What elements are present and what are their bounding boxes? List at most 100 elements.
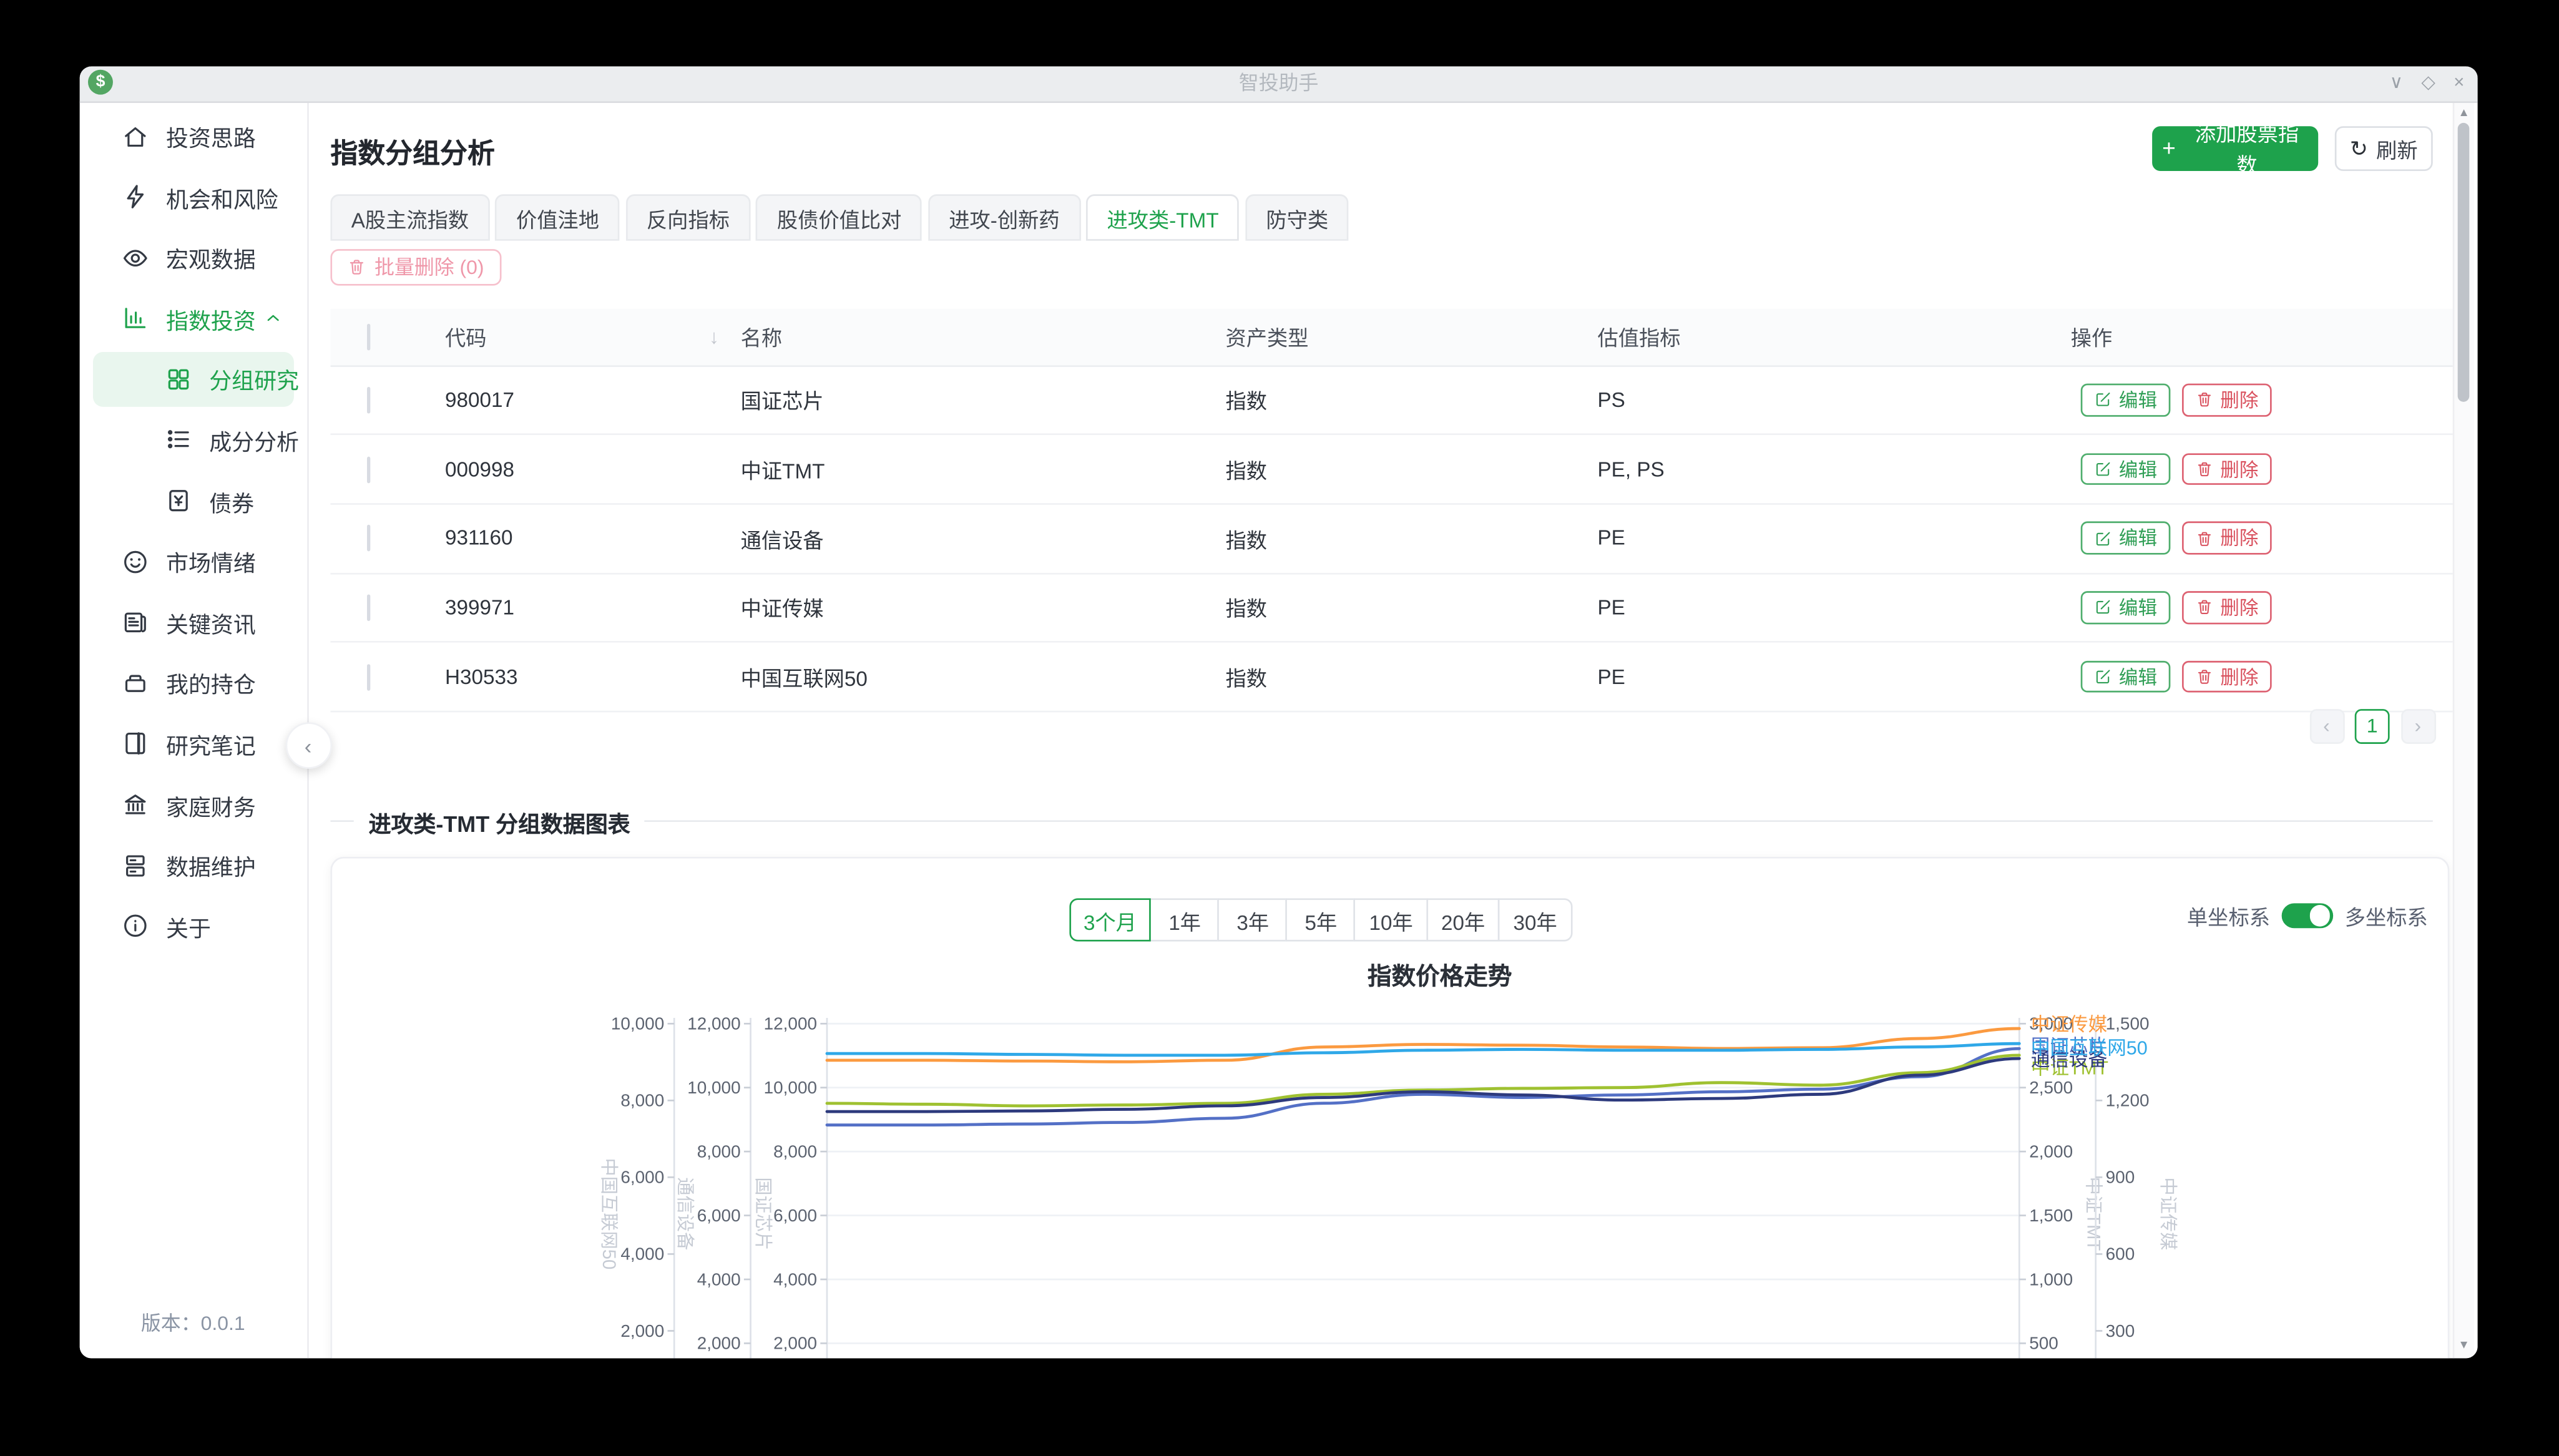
sidebar-item-9[interactable]: 数据维护: [93, 838, 293, 893]
time-range-button-4[interactable]: 10年: [1354, 898, 1428, 941]
sidebar-item-5[interactable]: 关键资讯: [93, 595, 293, 650]
time-range-button-2[interactable]: 3年: [1218, 898, 1288, 941]
asset-type-cell: 指数: [1226, 661, 1598, 693]
tick-label: 1,000: [2029, 1269, 2073, 1288]
minimize-icon[interactable]: ∨: [2390, 74, 2403, 92]
sidebar-collapse-button[interactable]: ‹: [285, 722, 331, 768]
trash-icon: [347, 257, 366, 276]
axis-name-internet50: 中国互联网50: [599, 1157, 619, 1269]
sidebar-subitem-label: 成分分析: [209, 423, 299, 456]
tab-5[interactable]: 进攻类-TMT: [1086, 194, 1240, 240]
group-tabs: A股主流指数价值洼地反向指标股债价值比对进攻-创新药进攻类-TMT防守类: [330, 194, 1349, 240]
time-range-button-6[interactable]: 30年: [1499, 898, 1572, 941]
time-range-button-3[interactable]: 5年: [1286, 898, 1356, 941]
next-page-button[interactable]: ›: [2400, 708, 2435, 743]
tab-1[interactable]: 价值洼地: [496, 194, 620, 240]
delete-button[interactable]: 删除: [2182, 453, 2272, 486]
tab-3[interactable]: 股债价值比对: [756, 194, 922, 240]
edit-button[interactable]: 编辑: [2081, 592, 2171, 624]
tick-label: 6,000: [773, 1205, 817, 1224]
sidebar-subitem-3-0[interactable]: 分组研究: [93, 352, 293, 407]
name-cell: 通信设备: [741, 522, 1226, 554]
scrollbar-thumb[interactable]: [2458, 122, 2470, 401]
sidebar-item-4[interactable]: 市场情绪: [93, 534, 293, 589]
edit-button[interactable]: 编辑: [2081, 384, 2171, 416]
sidebar-item-label: 数据维护: [166, 849, 256, 882]
delete-button[interactable]: 删除: [2182, 592, 2272, 624]
sidebar-item-0[interactable]: 投资思路: [93, 109, 293, 164]
single-axis-label: 单坐标系: [2187, 900, 2270, 932]
series-end-label: 中国互联网50: [2031, 1037, 2148, 1058]
time-range-button-1[interactable]: 1年: [1150, 898, 1220, 941]
tick-label: 8,000: [620, 1090, 664, 1109]
tick-label: 2,000: [773, 1332, 817, 1352]
refresh-button[interactable]: ↻ 刷新: [2335, 126, 2433, 170]
tick-label: 300: [2106, 1320, 2135, 1339]
edit-button[interactable]: 编辑: [2081, 453, 2171, 486]
window-title: 智投助手: [80, 66, 2478, 100]
sidebar-item-1[interactable]: 机会和风险: [93, 170, 293, 225]
row-checkbox[interactable]: [367, 387, 370, 414]
current-page-button[interactable]: 1: [2355, 708, 2390, 743]
sidebar-item-2[interactable]: 宏观数据: [93, 230, 293, 285]
tab-4[interactable]: 进攻-创新药: [928, 194, 1080, 240]
close-icon[interactable]: ×: [2454, 74, 2464, 92]
row-checkbox[interactable]: [367, 525, 370, 552]
name-cell: 中国互联网50: [741, 661, 1226, 693]
sidebar-item-10[interactable]: 关于: [93, 899, 293, 954]
row-checkbox[interactable]: [367, 594, 370, 621]
sidebar-item-7[interactable]: 研究笔记: [93, 716, 293, 771]
row-checkbox[interactable]: [367, 663, 370, 690]
scroll-up-icon[interactable]: ▲: [2454, 107, 2473, 119]
edit-button[interactable]: 编辑: [2081, 661, 2171, 693]
edit-button[interactable]: 编辑: [2081, 522, 2171, 555]
asset-type-cell: 指数: [1226, 522, 1598, 554]
screen: $ 智投助手 ∨ ◇ × 投资思路机会和风险宏观数据指数投资分组研究成分分析债券…: [0, 0, 2559, 1456]
tab-2[interactable]: 反向指标: [626, 194, 751, 240]
table-row: 000998中证TMT指数PE, PS编辑删除: [330, 436, 2452, 505]
sidebar-subitem-label: 分组研究: [209, 363, 299, 396]
tab-6[interactable]: 防守类: [1245, 194, 1349, 240]
table-row: 931160通信设备指数PE编辑删除: [330, 504, 2452, 574]
add-index-button[interactable]: + 添加股票指数: [2152, 126, 2318, 170]
table-header: 代码↓名称资产类型估值指标操作: [330, 308, 2452, 366]
time-range-button-5[interactable]: 20年: [1426, 898, 1500, 941]
delete-button[interactable]: 删除: [2182, 384, 2272, 416]
bolt-icon: [121, 183, 149, 211]
sidebar-subitem-3-2[interactable]: 债券: [93, 473, 293, 528]
axis-name-media: 中证传媒: [2158, 1176, 2178, 1249]
sidebar-item-label: 市场情绪: [166, 545, 256, 578]
trash-icon: [2195, 529, 2213, 547]
series-line-中证TMT: [827, 1055, 2019, 1105]
scroll-down-icon[interactable]: ▼: [2454, 1340, 2473, 1352]
sidebar-item-8[interactable]: 家庭财务: [93, 777, 293, 832]
tick-label: 2,500: [2029, 1077, 2073, 1097]
delete-button[interactable]: 删除: [2182, 522, 2272, 555]
tick-label: 4,000: [620, 1243, 664, 1263]
trash-icon: [2195, 599, 2213, 617]
sidebar-item-label: 我的持仓: [166, 667, 256, 700]
scrollbar[interactable]: ▲ ▼: [2453, 100, 2473, 1358]
sort-desc-icon[interactable]: ↓: [709, 325, 719, 348]
batch-delete-button[interactable]: 批量删除 (0): [330, 248, 501, 285]
maximize-icon[interactable]: ◇: [2421, 74, 2435, 92]
asset-type-cell: 指数: [1226, 384, 1598, 416]
sidebar-subitem-3-1[interactable]: 成分分析: [93, 413, 293, 467]
chart-icon: [121, 305, 149, 333]
app-window: $ 智投助手 ∨ ◇ × 投资思路机会和风险宏观数据指数投资分组研究成分分析债券…: [80, 66, 2478, 1358]
axis-mode-toggle[interactable]: [2282, 903, 2333, 929]
main-content: 指数分组分析 + 添加股票指数 ↻ 刷新 A股主流指数价值洼地反向指标股债价值比…: [306, 100, 2454, 1358]
tick-label: 10,000: [611, 1013, 664, 1032]
asset-type-cell: 指数: [1226, 453, 1598, 485]
time-range-button-0[interactable]: 3个月: [1069, 898, 1152, 941]
row-checkbox[interactable]: [367, 456, 370, 482]
sidebar-item-6[interactable]: 我的持仓: [93, 656, 293, 711]
col-name: 名称: [741, 320, 1226, 352]
info-icon: [121, 912, 149, 940]
tab-0[interactable]: A股主流指数: [330, 194, 489, 240]
delete-button[interactable]: 删除: [2182, 661, 2272, 693]
box-icon: [121, 669, 149, 697]
prev-page-button[interactable]: ‹: [2309, 708, 2344, 743]
select-all-checkbox[interactable]: [367, 323, 370, 349]
sidebar-item-3[interactable]: 指数投资: [93, 291, 293, 346]
